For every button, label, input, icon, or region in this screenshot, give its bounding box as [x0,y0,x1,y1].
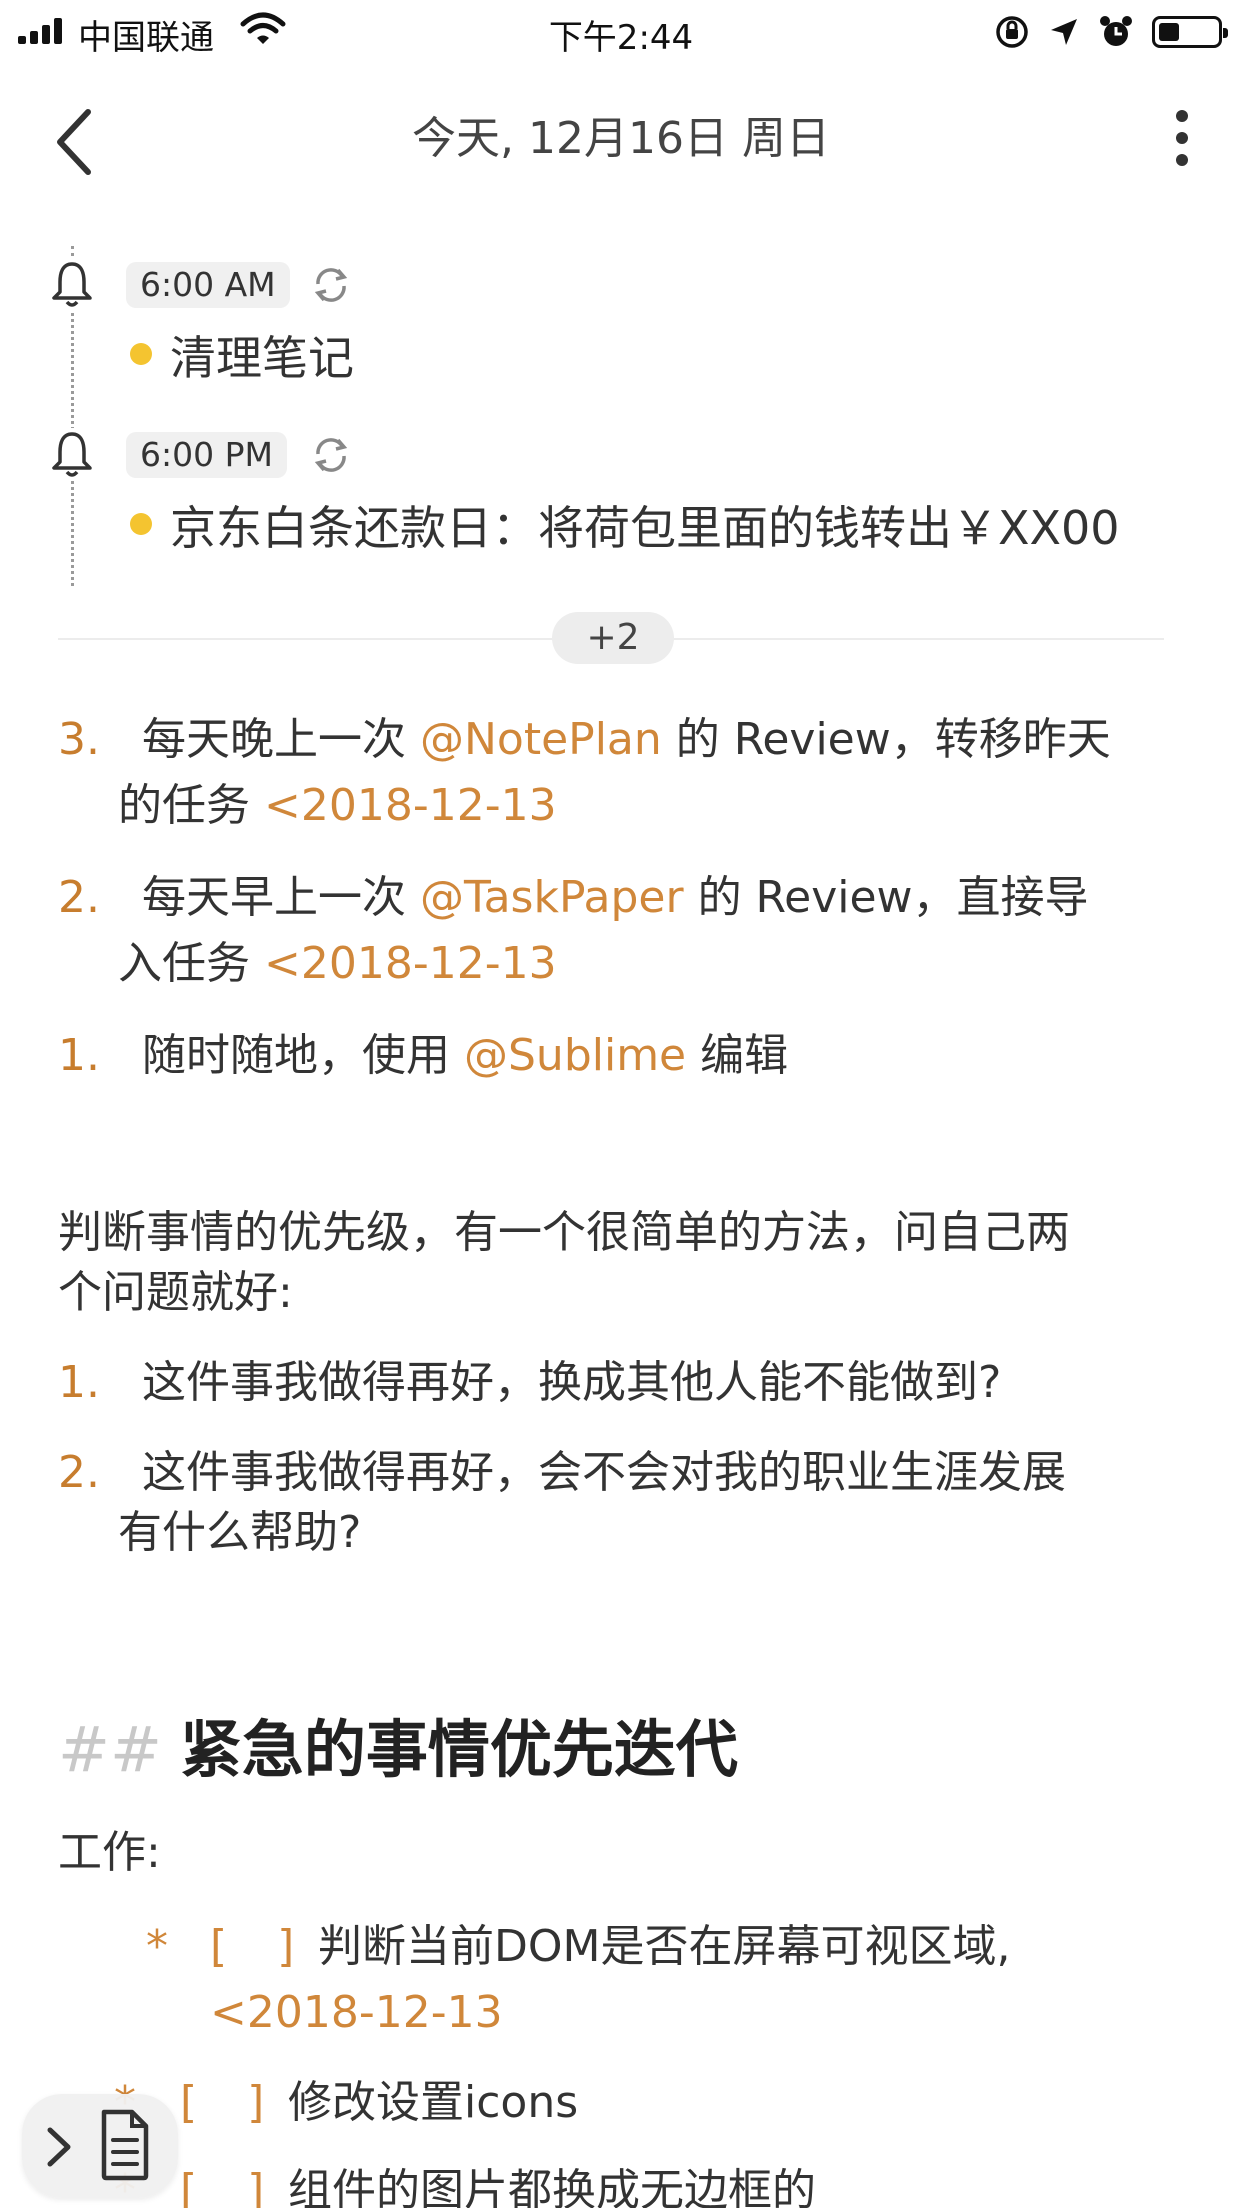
tag-link[interactable]: @Sublime [464,1030,686,1081]
list-number: 2. [58,872,100,923]
list-number: 3. [58,714,100,765]
repeat-icon [314,438,348,472]
location-icon [1051,19,1077,45]
paragraph: 判断事情的优先级，有一个很简单的方法，问自己两 个问题就好: [58,1207,1070,1318]
list-number: 1. [58,1030,100,1081]
bullet-star: * [146,1921,168,1972]
bell-icon [48,428,96,480]
todo-checkbox[interactable]: [ ] [180,2158,288,2208]
reminder-text[interactable]: 京东白条还款日：将荷包里面的钱转出￥XX00 [170,492,1120,558]
battery-level [1159,23,1179,41]
tag-link[interactable]: @TaskPaper [420,872,684,923]
expand-drawer-button[interactable] [22,2094,178,2198]
todo-item: *[ ]修改设置icons [114,2070,1214,2136]
alarm-icon [1100,16,1132,46]
todo-item: *[ ]组件的图片都换成无边框的 [114,2158,1214,2208]
reminder-text[interactable]: 清理笔记 [170,322,354,388]
more-options-button[interactable] [1162,104,1202,184]
tag-link[interactable]: @NotePlan [420,714,662,765]
work-label: 工作: [58,1827,161,1878]
status-bar: 中国联通 下午2:44 [0,0,1242,62]
todo-text: 组件的图片都换成无边框的 [288,2165,816,2208]
list-item-text: 每天早上一次 @TaskPaper 的 Review，直接导 入任务 <2018… [118,872,1089,989]
todo-item: * [ ] 判断当前DOM是否在屏幕可视区域, <2018-12-13 [146,1914,1242,2046]
orientation-lock-icon [996,16,1028,48]
status-icons [994,12,1228,52]
date-tag[interactable]: <2018-12-13 [264,938,557,989]
note-header: 今天, 12月16日 周日 [0,62,1242,212]
list-item-text: 每天晚上一次 @NotePlan 的 Review，转移昨天 的任务 <2018… [118,714,1111,831]
reminder-dot [130,513,152,535]
list-item-text: 这件事我做得再好，换成其他人能不能做到? [142,1357,1002,1408]
reminder-time-chip[interactable]: 6:00 AM [126,262,290,308]
reminder-time-chip[interactable]: 6:00 PM [126,432,287,478]
list-item-text: 随时随地，使用 @Sublime 编辑 [142,1030,789,1081]
list-number: 2. [58,1447,100,1498]
todo-checkbox[interactable]: [ ] [210,1914,318,1980]
heading-marker: ## [58,1713,162,1786]
todo-text: 判断当前DOM是否在屏幕可视区域, [318,1921,1011,1972]
list-item-text: 这件事我做得再好，会不会对我的职业生涯发展 有什么帮助? [118,1447,1066,1558]
todo-checkbox[interactable]: [ ] [180,2070,288,2136]
date-tag[interactable]: <2018-12-13 [210,1980,1242,2046]
section-heading: ## 紧急的事情优先迭代 [58,1713,738,1786]
repeat-icon [314,268,348,302]
reminder-dot [130,343,152,365]
document-icon [101,2109,149,2181]
bell-icon [48,258,96,310]
chevron-right-icon [47,2127,71,2167]
date-tag[interactable]: <2018-12-13 [264,780,557,831]
todo-text: 修改设置icons [288,2077,579,2128]
battery-icon [1152,16,1228,48]
more-reminders-pill[interactable]: +2 [552,612,674,664]
list-number: 1. [58,1357,100,1408]
page-title: 今天, 12月16日 周日 [412,113,830,164]
